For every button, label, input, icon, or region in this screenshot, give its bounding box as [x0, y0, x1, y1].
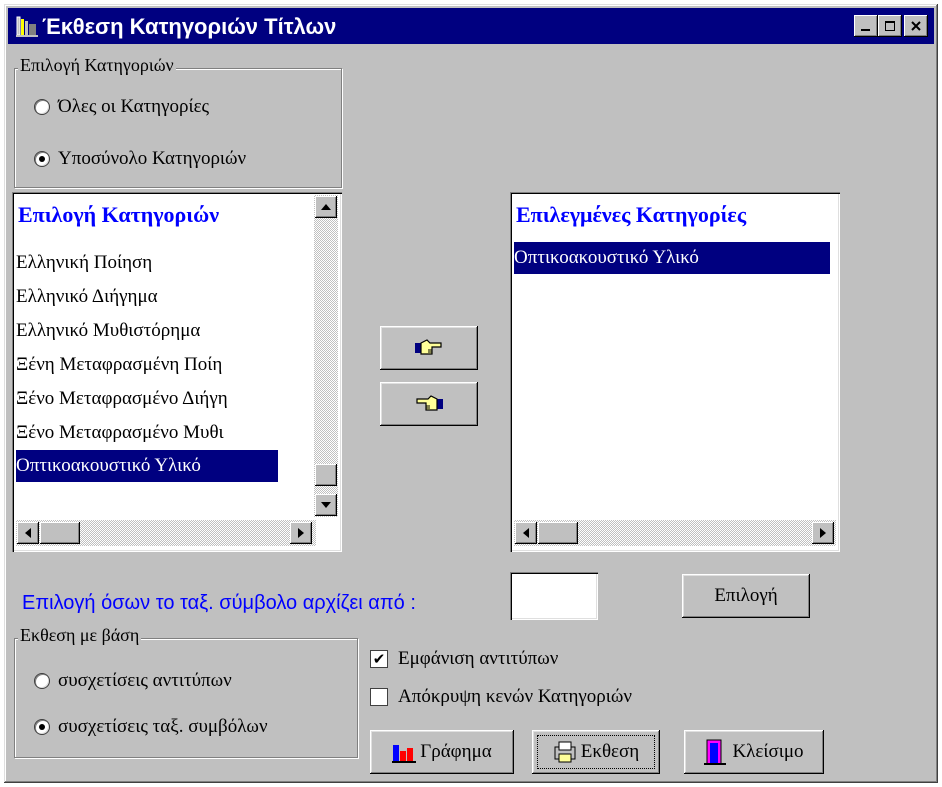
radio-dot-selected [34, 719, 50, 735]
prefix-filter-input[interactable] [510, 572, 598, 620]
arrow-right-icon [820, 528, 826, 538]
arrow-up-icon [321, 204, 331, 210]
scroll-thumb[interactable] [315, 464, 337, 486]
report-button-label: Εκθεση [580, 741, 640, 762]
close-icon [911, 21, 921, 31]
available-categories-list[interactable]: Επιλογή Κατηγοριών Ελληνική Ποίηση Ελλην… [12, 192, 342, 552]
bar-chart-icon [392, 745, 417, 763]
list-item[interactable]: Ξένο Μεταφρασμένο Μυθι [16, 417, 306, 449]
chart-button-label: Γράφημα [420, 741, 492, 762]
close-button[interactable] [904, 15, 928, 37]
horizontal-scroll-thumb[interactable] [538, 522, 578, 544]
show-copies-label: Εμφάνιση αντιτύπων [398, 648, 559, 669]
remove-category-button[interactable] [380, 382, 478, 426]
hide-empty-categories-checkbox[interactable]: Απόκρυψη κενών Κατηγοριών [370, 686, 632, 708]
checkbox-checked-box: ✔ [370, 650, 388, 668]
checkbox-box [370, 688, 388, 706]
radio-class-symbol-relations[interactable]: συσχετίσεις ταξ. συμβόλων [34, 716, 268, 738]
title-bar[interactable]: Έκθεση Κατηγοριών Τίτλων [8, 8, 934, 44]
list-item[interactable]: Ξένο Μεταφρασμένο Διήγη [16, 383, 306, 415]
scroll-right-button[interactable] [290, 522, 312, 544]
list-item[interactable]: Ξένη Μεταφρασμένη Ποίη [16, 349, 306, 381]
arrow-left-icon [523, 528, 529, 538]
prefix-filter-label: Επιλογή όσων το ταξ. σύμβολο αρχίζει από… [22, 592, 416, 614]
scroll-up-button[interactable] [315, 196, 337, 218]
report-basis-group [14, 638, 358, 758]
category-selection-label: Επιλογή Κατηγοριών [18, 55, 176, 76]
scroll-left-button[interactable] [515, 522, 537, 544]
maximize-button[interactable] [878, 15, 902, 37]
scroll-right-button[interactable] [812, 522, 834, 544]
radio-all-categories-label: Όλες οι Κατηγορίες [58, 96, 210, 117]
maximize-icon [885, 21, 895, 31]
radio-category-subset-label: Υποσύνολο Κατηγοριών [58, 148, 247, 169]
list-item-selected[interactable]: Οπτικοακουστικό Υλικό [16, 450, 278, 482]
show-copies-checkbox[interactable]: ✔ Εμφάνιση αντιτύπων [370, 648, 558, 670]
library-app-icon [16, 16, 38, 37]
door-exit-icon [704, 739, 727, 765]
close-window-button-label: Κλείσιμο [732, 741, 804, 762]
arrow-left-icon [25, 528, 31, 538]
arrow-down-icon [321, 502, 331, 508]
radio-all-categories[interactable]: Όλες οι Κατηγορίες [34, 96, 209, 118]
available-list-header: Επιλογή Κατηγοριών [18, 202, 220, 227]
select-by-prefix-button[interactable]: Επιλογή [682, 574, 810, 618]
radio-dot [34, 673, 50, 689]
minimize-icon [861, 29, 870, 31]
list-item[interactable]: Ελληνικό Διήγημα [16, 281, 306, 313]
report-window: Έκθεση Κατηγοριών Τίτλων Επιλογή Κατηγορ… [4, 4, 938, 783]
scroll-down-button[interactable] [315, 494, 337, 516]
chart-button[interactable]: Γράφημα [370, 730, 514, 774]
scroll-left-button[interactable] [17, 522, 39, 544]
arrow-right-icon [298, 528, 304, 538]
add-category-button[interactable] [380, 326, 478, 370]
radio-copy-relations[interactable]: συσχετίσεις αντιτύπων [34, 670, 232, 692]
list-item[interactable]: Ελληνική Ποίηση [16, 247, 306, 279]
radio-category-subset[interactable]: Υποσύνολο Κατηγοριών [34, 148, 246, 170]
category-selection-group [14, 68, 342, 188]
list-item-selected[interactable]: Οπτικοακουστικό Υλικό [514, 242, 830, 274]
hide-empty-categories-label: Απόκρυψη κενών Κατηγοριών [398, 686, 632, 707]
window-title: Έκθεση Κατηγοριών Τίτλων [42, 14, 337, 39]
close-window-button[interactable]: Κλείσιμο [684, 730, 824, 774]
hand-pointing-right-icon [415, 339, 442, 355]
report-button[interactable]: Εκθεση [532, 730, 660, 774]
list-item[interactable]: Ελληνικό Μυθιστόρημα [16, 315, 306, 347]
hand-pointing-left-icon [416, 395, 443, 411]
selected-list-header: Επιλεγμένες Κατηγορίες [516, 202, 747, 227]
printer-report-icon [554, 741, 576, 763]
minimize-button[interactable] [854, 15, 878, 37]
selected-categories-list[interactable]: Επιλεγμένες Κατηγορίες Οπτικοακουστικό Υ… [510, 192, 840, 552]
radio-dot [34, 99, 50, 115]
radio-dot-selected [34, 151, 50, 167]
report-basis-label: Εκθεση με βάση [18, 625, 142, 646]
horizontal-scroll-thumb[interactable] [40, 522, 80, 544]
radio-class-symbol-relations-label: συσχετίσεις ταξ. συμβόλων [58, 716, 268, 737]
radio-copy-relations-label: συσχετίσεις αντιτύπων [58, 670, 232, 691]
